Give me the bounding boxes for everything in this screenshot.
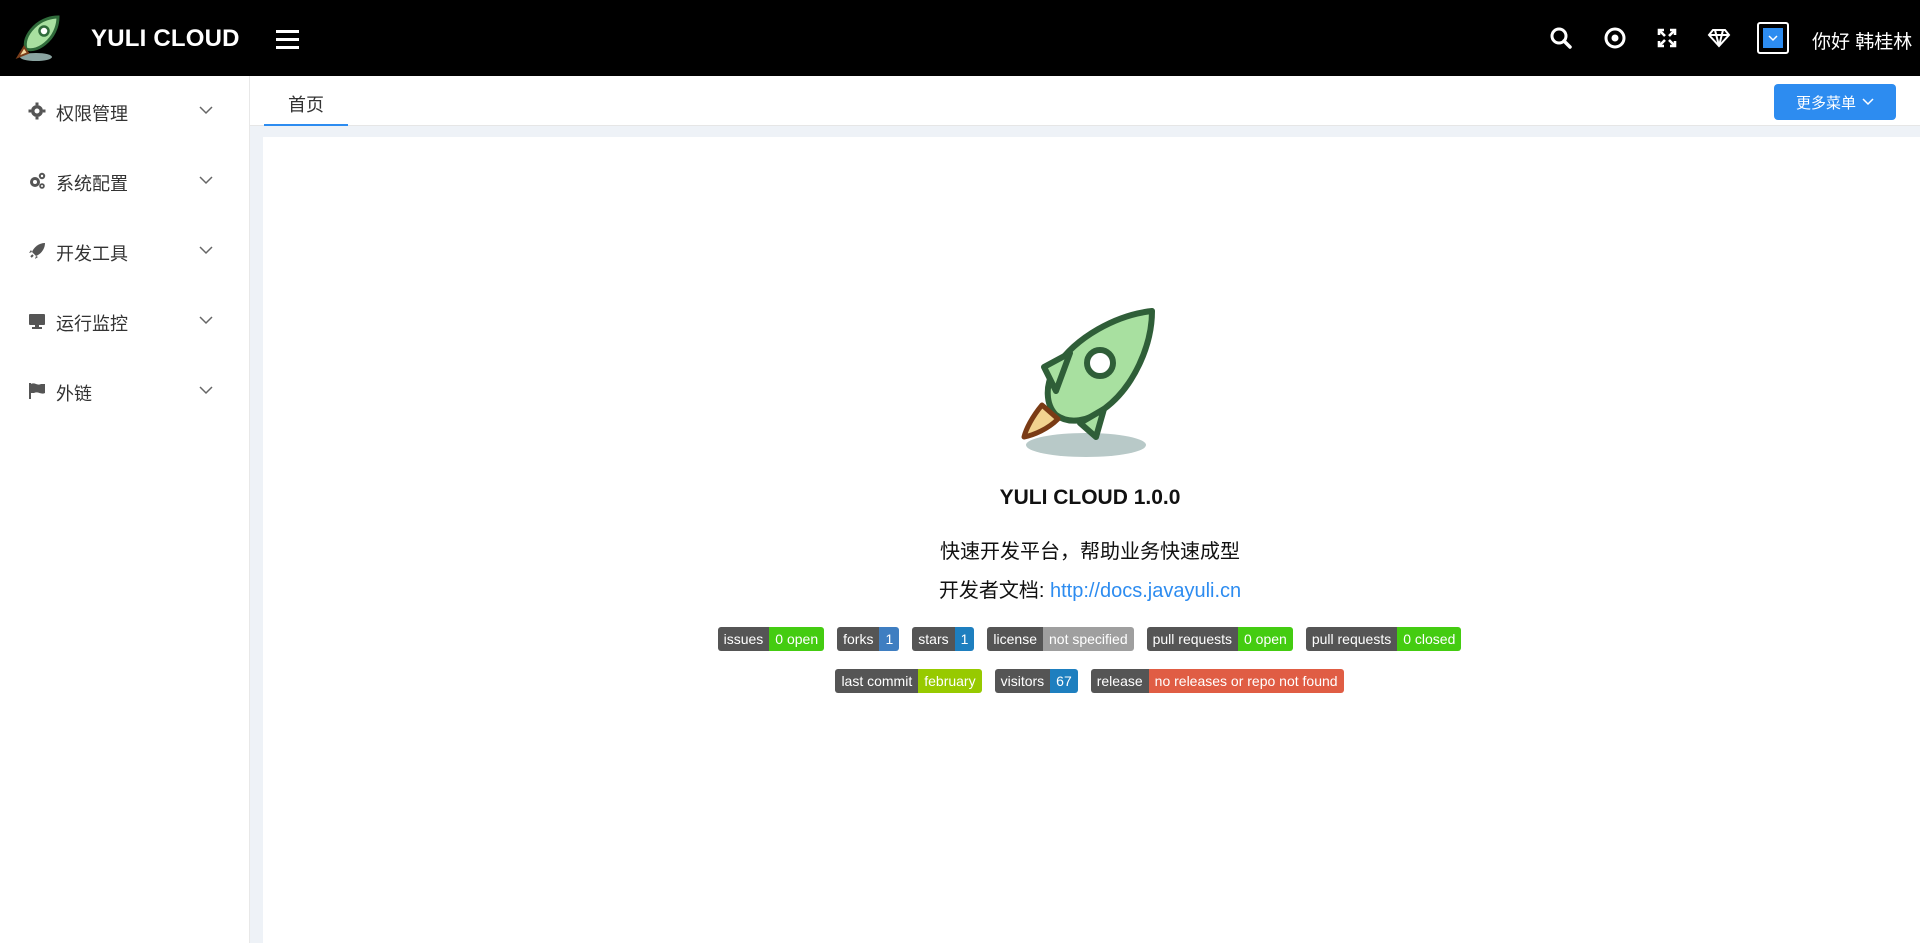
badge-value: 0 closed [1397, 627, 1462, 651]
status-badge[interactable]: issues 0 open [717, 627, 825, 651]
flag-icon [29, 383, 45, 399]
docs-line: 开发者文档: http://docs.javayuli.cn [790, 574, 1390, 603]
status-badge[interactable]: pull requests 0 closed [1305, 627, 1462, 651]
user-greeting[interactable]: 你好 韩桂林 [1812, 27, 1912, 54]
badge-label: license [987, 627, 1043, 651]
status-badge[interactable]: last commit february [835, 669, 982, 693]
app-brand-title: YULI CLOUD [91, 25, 240, 52]
badge-row: issues 0 open forks 1 stars 1 license not speci… [270, 627, 1909, 651]
gears-icon [30, 172, 46, 189]
rocket-logo-icon [1021, 308, 1155, 457]
badge-value: 1 [954, 627, 975, 651]
sidebar-item-label: 权限管理 [56, 104, 128, 124]
badge-value: 0 open [769, 627, 825, 651]
badge-label: pull requests [1305, 627, 1398, 651]
tab-bar: 首页 更多菜单 [250, 76, 1920, 126]
sidebar-item-dev-tools[interactable]: 开发工具 [0, 216, 249, 286]
more-menu-button[interactable]: 更多菜单 [1774, 84, 1896, 120]
sidebar-item-label: 开发工具 [56, 244, 128, 264]
docs-label: 开发者文档: [938, 580, 1045, 602]
badge-value: february [918, 669, 982, 693]
status-badge[interactable]: visitors 67 [994, 669, 1078, 693]
chevron-down-icon [199, 386, 213, 395]
chevron-down-icon [199, 106, 213, 115]
chevron-down-icon [1763, 28, 1783, 48]
logo-rocket-icon [15, 15, 60, 61]
sidebar-item-label: 运行监控 [56, 314, 128, 334]
avatar[interactable] [1757, 22, 1789, 54]
sidebar-item-monitor[interactable]: 运行监控 [0, 286, 249, 356]
badge-label: pull requests [1146, 627, 1238, 651]
chevron-down-icon [1862, 98, 1874, 106]
badge-value: no releases or repo not found [1148, 669, 1344, 693]
badge-label: stars [912, 627, 955, 651]
badge-label: forks [837, 627, 880, 651]
top-header: YULI CLOUD 你好 韩桂林 [0, 0, 1920, 76]
badge-row: last commit february visitors 67 release no r… [270, 669, 1909, 693]
menu-toggle-icon[interactable] [276, 30, 299, 50]
badge-value: 0 open [1238, 627, 1293, 651]
search-icon[interactable] [1547, 24, 1575, 52]
status-badge[interactable]: license not specified [987, 627, 1134, 651]
status-badge[interactable]: release no releases or repo not found [1090, 669, 1344, 693]
sidebar-item-permission[interactable]: 权限管理 [0, 76, 249, 146]
tab-home-label: 首页 [288, 95, 324, 115]
badge-label: last commit [835, 669, 919, 693]
status-badge[interactable]: pull requests 0 open [1146, 627, 1293, 651]
badge-label: issues [717, 627, 770, 651]
more-menu-label: 更多菜单 [1795, 94, 1856, 112]
chevron-down-icon [199, 316, 213, 325]
status-badge[interactable]: stars 1 [912, 627, 975, 651]
app-description: 快速开发平台，帮助业务快速成型 [940, 541, 1240, 563]
chevron-down-icon [199, 176, 213, 185]
sidebar-item-label: 系统配置 [56, 174, 128, 194]
badge-value: 1 [879, 627, 900, 651]
sidebar: 权限管理 系统配置 开发工具 运行监控 外链 [0, 76, 250, 943]
target-icon[interactable] [1601, 24, 1629, 52]
status-badge[interactable]: forks 1 [837, 627, 900, 651]
fullscreen-icon[interactable] [1653, 24, 1681, 52]
badge-label: visitors [994, 669, 1051, 693]
docs-link[interactable]: http://docs.javayuli.cn [1050, 580, 1241, 602]
gear-icon [28, 102, 46, 120]
sidebar-item-system-config[interactable]: 系统配置 [0, 146, 249, 216]
tab-home[interactable]: 首页 [264, 76, 348, 126]
app-version-title: YULI CLOUD 1.0.0 [999, 486, 1181, 509]
badge-value: not specified [1043, 627, 1134, 651]
monitor-icon [29, 314, 45, 329]
sidebar-item-label: 外链 [56, 384, 92, 404]
sidebar-item-external-links[interactable]: 外链 [0, 356, 249, 426]
badge-value: 67 [1050, 669, 1078, 693]
chevron-down-icon [199, 246, 213, 255]
badge-label: release [1090, 669, 1149, 693]
diamond-icon[interactable] [1705, 24, 1733, 52]
rocket-icon [29, 243, 45, 259]
